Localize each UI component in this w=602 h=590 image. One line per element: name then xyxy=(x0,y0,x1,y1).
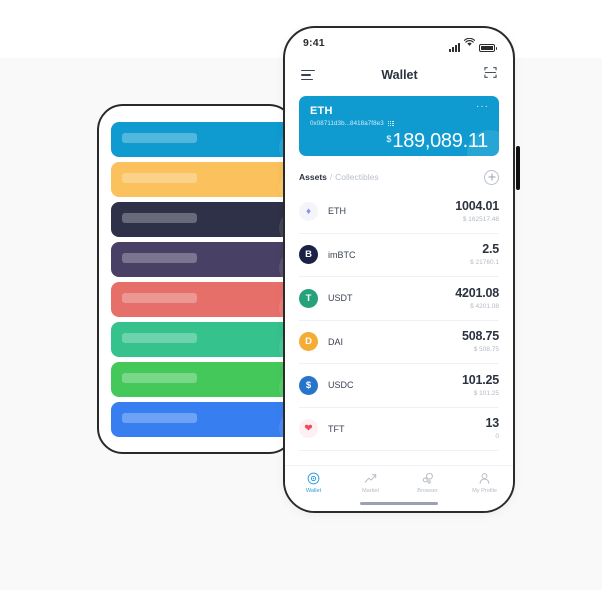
nav-label: My Profile xyxy=(472,488,497,494)
asset-amount: 2.5 xyxy=(482,242,499,257)
tab-collectibles[interactable]: Collectibles xyxy=(335,172,378,182)
balance-currency-symbol: $ xyxy=(386,134,392,144)
asset-values: 4201.08 $ 4201.08 xyxy=(455,285,499,310)
nav-item-wallet[interactable]: Wallet xyxy=(285,472,342,494)
placeholder-card: ♦ xyxy=(111,122,293,157)
asset-amount: 4201.08 xyxy=(455,285,499,300)
tab-separator: / xyxy=(329,172,333,182)
market-icon xyxy=(364,472,377,485)
tab-assets[interactable]: Assets xyxy=(299,172,327,182)
placeholder-card: B xyxy=(111,162,293,197)
assets-tab-row: Assets / Collectibles xyxy=(299,166,499,188)
placeholder-text-bar xyxy=(122,253,197,263)
asset-row[interactable]: ♦ ETH 1004.01 $ 162517.48 xyxy=(299,190,499,234)
more-options-icon[interactable]: ··· xyxy=(476,102,489,112)
asset-row[interactable]: T USDT 4201.08 $ 4201.08 xyxy=(299,277,499,321)
signal-icon xyxy=(449,43,460,52)
asset-symbol: ETH xyxy=(328,206,346,217)
wallet-balance: $ 189,089.11 xyxy=(386,131,488,151)
wallet-balance-card[interactable]: ETH 0x08711d3b...8418a7f8e3 ··· $ 189,08… xyxy=(299,96,499,156)
eth-icon: ♦ xyxy=(299,201,318,221)
nav-label: Wallet xyxy=(305,488,322,494)
placeholder-card-list: ♦B⚛◈△NBL xyxy=(111,122,293,442)
imbtc-icon: B xyxy=(299,245,318,265)
copy-address-icon[interactable] xyxy=(387,120,394,127)
usdt-icon: T xyxy=(299,288,318,308)
home-indicator xyxy=(360,501,438,505)
asset-fiat-value: $ 101.25 xyxy=(473,389,499,397)
asset-fiat-value: $ 508.75 xyxy=(473,346,499,354)
placeholder-text-bar xyxy=(122,413,197,423)
asset-symbol: TFT xyxy=(328,423,345,434)
balance-amount: 189,089.11 xyxy=(392,130,488,152)
wallet-address: 0x08711d3b...8418a7f8e3 xyxy=(310,120,384,127)
asset-values: 2.5 $ 21760.1 xyxy=(470,242,499,267)
asset-row[interactable]: BimBTC 2.5 $ 21760.1 xyxy=(299,234,499,277)
profile-icon xyxy=(478,472,491,485)
asset-symbol: USDC xyxy=(328,380,354,391)
battery-icon xyxy=(479,44,497,52)
page-title: Wallet xyxy=(381,68,418,82)
wallet-icon xyxy=(307,472,320,485)
hamburger-menu-icon[interactable] xyxy=(301,69,315,81)
asset-amount: 101.25 xyxy=(461,372,499,387)
placeholder-text-bar xyxy=(122,373,197,383)
placeholder-text-bar xyxy=(122,173,197,183)
placeholder-card: ⚛ xyxy=(111,202,293,237)
asset-fiat-value: $ 21760.1 xyxy=(470,259,499,267)
browser-icon xyxy=(421,472,434,485)
nav-label: Market xyxy=(361,488,380,494)
nav-item-browser[interactable]: Browser xyxy=(399,472,456,494)
status-bar: 9:41 xyxy=(285,28,513,58)
asset-amount: 508.75 xyxy=(461,329,499,344)
asset-symbol: DAI xyxy=(328,336,344,347)
add-asset-icon[interactable] xyxy=(484,169,499,185)
asset-values: 508.75 $ 508.75 xyxy=(461,329,499,354)
asset-symbol: USDT xyxy=(328,293,353,304)
usdc-icon: $ xyxy=(299,375,318,395)
asset-fiat-value: $ 162517.48 xyxy=(462,215,499,223)
placeholder-card: B xyxy=(111,362,293,397)
asset-values: 13 0 xyxy=(485,416,499,441)
placeholder-card: N xyxy=(111,322,293,357)
asset-row[interactable]: ❤ TFT 13 0 xyxy=(299,408,499,451)
asset-fiat-value: 0 xyxy=(495,433,499,441)
scan-qr-icon[interactable] xyxy=(484,66,497,84)
asset-list: ♦ ETH 1004.01 $ 162517.48 BimBTC 2.5 $ 21760.1… xyxy=(299,190,499,451)
placeholder-card: △ xyxy=(111,282,293,317)
asset-amount: 1004.01 xyxy=(455,198,499,213)
placeholder-card: ◈ xyxy=(111,242,293,277)
asset-values: 1004.01 $ 162517.48 xyxy=(455,198,499,223)
wifi-icon xyxy=(463,34,476,52)
asset-values: 101.25 $ 101.25 xyxy=(461,372,499,397)
nav-item-my-profile[interactable]: My Profile xyxy=(456,472,513,494)
tft-icon: ❤ xyxy=(299,419,318,439)
asset-amount: 13 xyxy=(485,416,499,431)
wallet-address-row[interactable]: 0x08711d3b...8418a7f8e3 xyxy=(310,120,488,127)
asset-fiat-value: $ 4201.08 xyxy=(470,302,499,310)
phone-device: 9:41 Wallet ETH 0x08711d3b...8418a7f8e3 … xyxy=(283,26,515,513)
nav-label: Browser xyxy=(417,488,438,494)
placeholder-text-bar xyxy=(122,333,197,343)
status-time: 9:41 xyxy=(303,37,325,49)
asset-symbol: imBTC xyxy=(328,249,356,260)
placeholder-text-bar xyxy=(122,293,197,303)
placeholder-text-bar xyxy=(122,213,197,223)
placeholder-text-bar xyxy=(122,133,197,143)
device-side-button[interactable] xyxy=(516,146,520,190)
app-header: Wallet xyxy=(285,58,513,92)
status-icons xyxy=(449,34,497,52)
asset-row[interactable]: $ USDC 101.25 $ 101.25 xyxy=(299,364,499,408)
dai-icon: D xyxy=(299,332,318,352)
placeholder-card: L xyxy=(111,402,293,437)
asset-row[interactable]: D DAI 508.75 $ 508.75 xyxy=(299,321,499,364)
wallet-name: ETH xyxy=(310,105,333,117)
nav-item-market[interactable]: Market xyxy=(342,472,399,494)
background-phone-mockup: ♦B⚛◈△NBL xyxy=(97,104,295,454)
